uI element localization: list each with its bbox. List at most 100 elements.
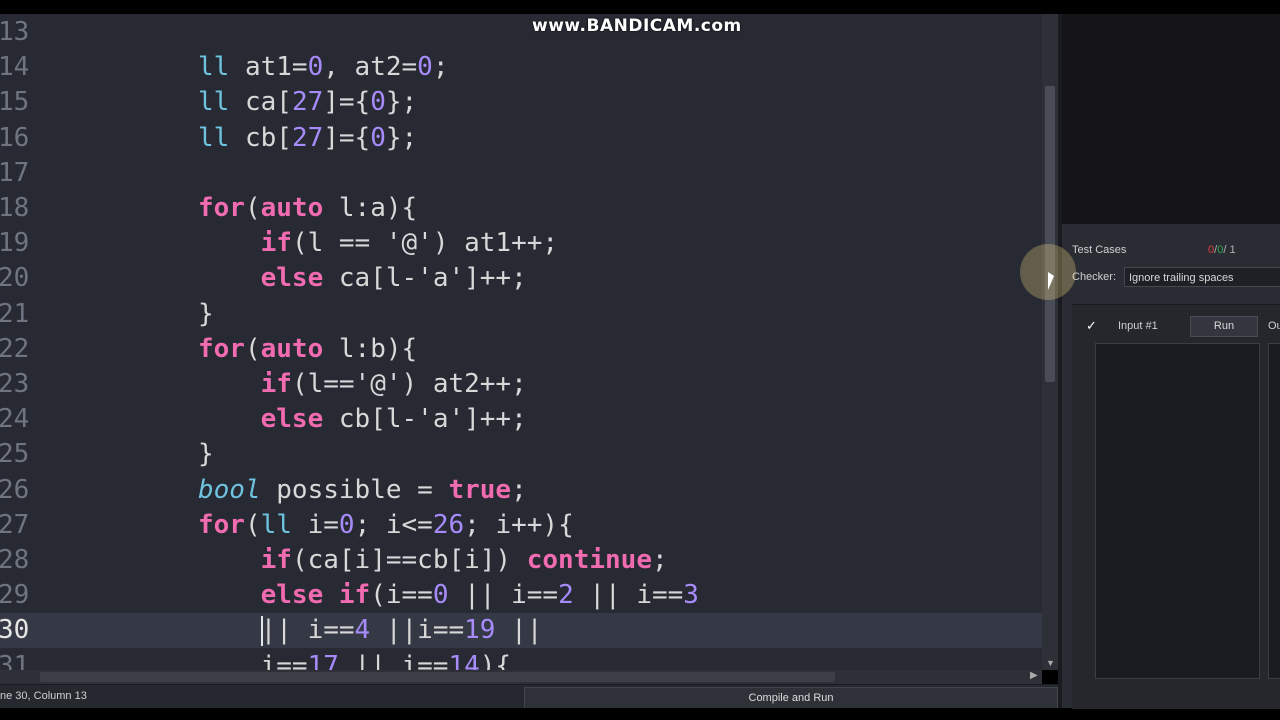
code-line[interactable]: 14 ll at1=0, at2=0; <box>0 50 1042 85</box>
line-code: else cb[l-'a']++; <box>198 402 527 437</box>
run-button[interactable]: Run <box>1190 316 1258 337</box>
code-token: l:a){ <box>323 193 418 223</box>
checker-select[interactable]: Ignore trailing spaces <box>1124 267 1280 287</box>
code-token: }; <box>385 122 418 153</box>
code-token: if <box>260 228 292 259</box>
code-token: (i== <box>370 580 433 611</box>
code-line[interactable]: 23 if(l=='@') at2++; <box>0 367 1042 402</box>
code-token: if <box>260 369 292 399</box>
scroll-down-arrow-icon[interactable]: ▼ <box>1046 658 1055 668</box>
code-token: 14 <box>448 650 480 670</box>
line-code: } <box>198 437 214 472</box>
code-line[interactable]: 17 <box>0 156 1042 191</box>
line-code: ll cb[27]={0}; <box>198 121 417 156</box>
cursor-position-text: ne 30, Column 13 <box>0 690 87 702</box>
line-number: 31 <box>0 650 30 670</box>
code-line[interactable]: 24 else cb[l-'a']++; <box>0 402 1042 437</box>
output-label: Ou <box>1268 320 1280 332</box>
line-code: else if(i==0 || i==2 || i==3 <box>198 578 699 613</box>
code-token: 27 <box>291 87 324 118</box>
code-token: ; <box>511 474 527 505</box>
code-token: auto <box>260 333 324 364</box>
line-number: 28 <box>0 545 30 575</box>
code-line[interactable]: 13 <box>0 15 1042 50</box>
line-number: 29 <box>0 580 30 611</box>
code-token: 2 <box>558 580 574 611</box>
editor-horizontal-scrollbar[interactable]: ▶ <box>0 670 1042 684</box>
code-token: ){ <box>479 650 512 670</box>
code-token: bool <box>198 474 261 505</box>
code-token: } <box>198 439 214 470</box>
line-code: for(auto l:b){ <box>198 332 417 367</box>
code-token: ; i++){ <box>464 509 574 540</box>
code-token: ll <box>260 509 292 540</box>
code-editor[interactable]: 13 14 ll at1=0, at2=0; 15 ll ca[27]={0}; 16 ll… <box>0 14 1042 670</box>
line-number: 16 <box>0 122 30 153</box>
code-token: ( <box>244 509 261 540</box>
code-token: ; <box>651 545 668 575</box>
code-line[interactable]: 20 else ca[l-'a']++; <box>0 261 1042 296</box>
code-token: 26 <box>432 509 465 540</box>
line-number: 25 <box>0 439 30 470</box>
code-token: else if <box>260 580 371 611</box>
code-token: (ca[i]==cb[i]) <box>291 545 527 575</box>
test-cases-label: Test Cases <box>1072 244 1127 256</box>
editor-vertical-scrollbar[interactable]: ▼ <box>1042 14 1058 670</box>
code-token: ca[l-'a']++; <box>323 263 527 294</box>
code-token: 27 <box>291 122 324 153</box>
line-number: 15 <box>0 87 30 118</box>
test-cases-count: 0/0/ 1 <box>1208 244 1236 256</box>
code-line[interactable]: 26 bool possible = true; <box>0 473 1042 508</box>
line-number: 18 <box>0 193 30 223</box>
code-token: ]={ <box>323 122 371 153</box>
code-token: else <box>260 404 324 435</box>
code-token: || i== <box>448 580 559 611</box>
scroll-right-arrow-icon[interactable]: ▶ <box>1030 670 1038 681</box>
code-line[interactable]: 28 if(ca[i]==cb[i]) continue; <box>0 543 1042 578</box>
code-token: ll <box>198 122 230 153</box>
bandicam-watermark: www.BANDICAM.com <box>532 16 742 36</box>
code-line[interactable]: 21} <box>0 297 1042 332</box>
line-number: 24 <box>0 404 30 435</box>
output-textarea[interactable] <box>1268 343 1280 679</box>
code-token: ll <box>198 87 230 118</box>
code-line[interactable]: 25} <box>0 437 1042 472</box>
code-line[interactable]: 29 else if(i==0 || i==2 || i==3 <box>0 578 1042 613</box>
code-token: (l=='@') at2++; <box>291 369 527 399</box>
line-code: ll at1=0, at2=0; <box>198 50 448 85</box>
compile-and-run-button[interactable]: Compile and Run <box>524 687 1058 709</box>
line-number: 21 <box>0 298 30 329</box>
code-line[interactable]: 31 i==17 || i==14){ <box>0 649 1042 670</box>
code-line[interactable]: 15 ll ca[27]={0}; <box>0 85 1042 120</box>
horizontal-scroll-thumb[interactable] <box>40 672 835 682</box>
code-line[interactable]: 18 for(auto l:a){ <box>0 191 1042 226</box>
line-code: || i==4 ||i==19 || <box>198 613 542 648</box>
code-token: ll <box>198 52 230 83</box>
code-line[interactable]: 30 || i==4 ||i==19 || <box>0 613 1042 649</box>
status-bar: ne 30, Column 13 Compile and Run <box>0 684 1058 709</box>
code-line[interactable]: 27 for(ll i=0; i<=26; i++){ <box>0 508 1042 543</box>
code-token: ( <box>244 333 261 364</box>
code-line[interactable]: 19 if(l == '@') at1++; <box>0 226 1042 261</box>
code-token: } <box>198 298 214 329</box>
checker-label: Checker: <box>1072 271 1117 283</box>
line-code: else ca[l-'a']++; <box>198 261 527 296</box>
code-token: auto <box>260 193 324 223</box>
code-line[interactable]: 22 for(auto l:b){ <box>0 332 1042 367</box>
line-code: for(ll i=0; i<=26; i++){ <box>198 508 574 543</box>
line-code: bool possible = true; <box>198 473 527 508</box>
vertical-scroll-thumb[interactable] <box>1045 86 1055 382</box>
line-number: 27 <box>0 509 30 540</box>
input-textarea[interactable] <box>1095 343 1260 679</box>
code-token: 19 <box>464 615 496 646</box>
input-1-label: Input #1 <box>1118 320 1158 332</box>
code-token: 0 <box>370 122 386 153</box>
code-token: for <box>198 193 245 223</box>
code-token: i= <box>291 509 339 540</box>
input-checkbox[interactable]: ✓ <box>1086 318 1097 334</box>
code-token: || i== <box>338 650 449 670</box>
code-token: 0 <box>370 87 386 118</box>
code-line[interactable]: 16 ll cb[27]={0}; <box>0 121 1042 156</box>
